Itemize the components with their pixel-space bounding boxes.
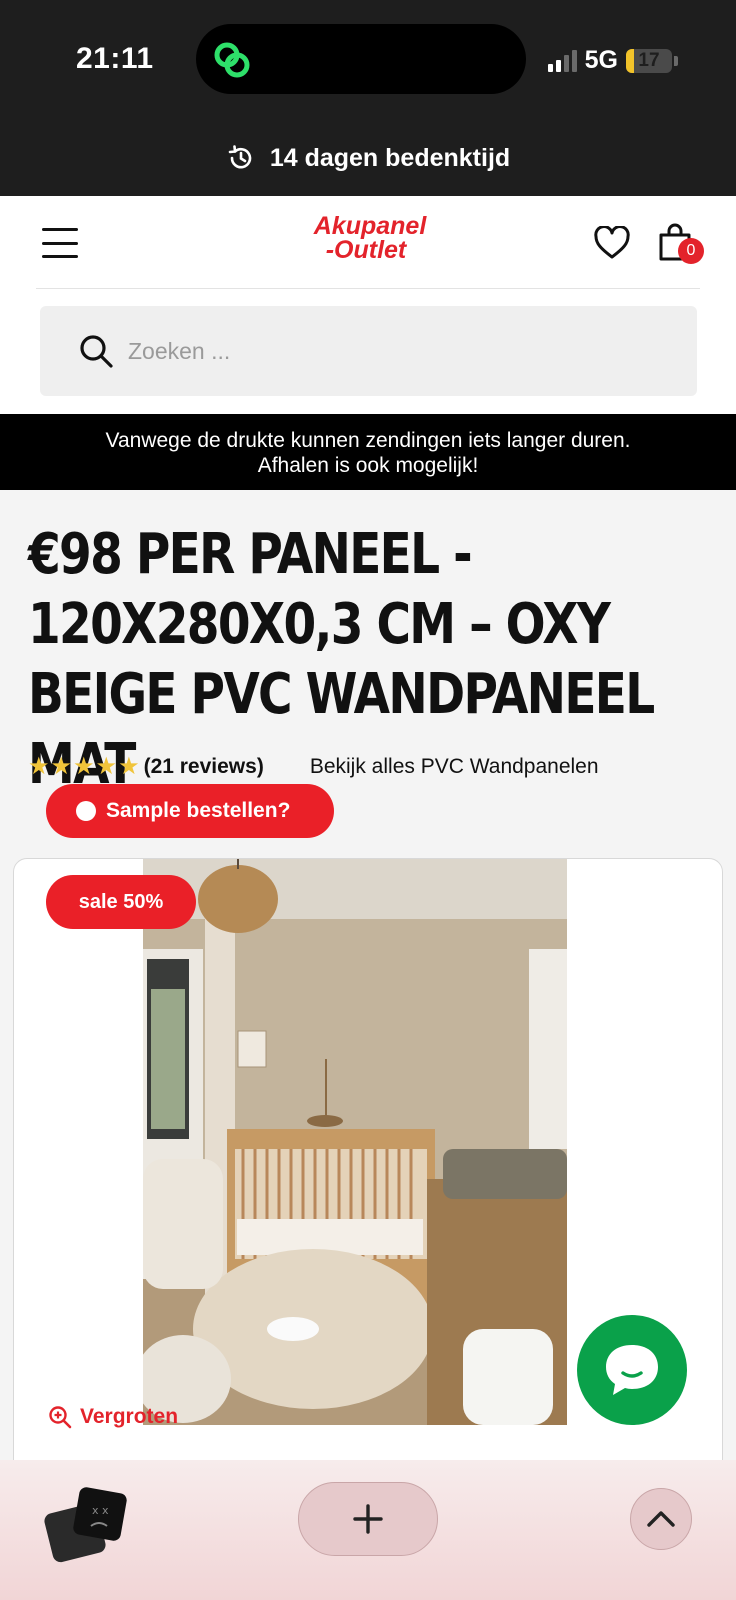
notice-line2: Afhalen is ook mogelijk! <box>257 454 479 477</box>
star-icon: ★ <box>28 753 50 780</box>
announcement-text: 14 dagen bedenktijd <box>269 143 511 172</box>
sample-button-label: Sample bestellen? <box>106 799 291 822</box>
sale-badge: sale 50% <box>46 875 196 929</box>
rating-stars[interactable]: ★ ★ ★ ★ ★ <box>28 752 140 781</box>
zoom-in-icon <box>49 1406 72 1429</box>
star-icon: ★ <box>118 753 140 780</box>
status-bar: 21:11 5G 17 <box>0 0 736 120</box>
browser-toolbar: x x <box>0 1460 736 1600</box>
search-input[interactable] <box>128 337 648 365</box>
product-meta: ★ ★ ★ ★ ★ (21 reviews) Bekijk alles PVC Wand… <box>28 752 718 781</box>
notice-line1: Vanwege de drukte kunnen zendingen iets … <box>105 429 631 452</box>
nursery-photo <box>143 859 567 1425</box>
link-app-icon <box>214 42 250 78</box>
new-tab-button[interactable] <box>298 1482 438 1556</box>
menu-icon[interactable] <box>42 228 78 258</box>
battery-fill <box>626 48 634 73</box>
reviews-count[interactable]: (21 reviews) <box>144 755 264 779</box>
cart-count-badge: 0 <box>678 238 704 264</box>
site-header: Akupanel -Outlet 0 <box>0 196 736 414</box>
star-icon: ★ <box>50 753 73 780</box>
chat-button[interactable] <box>577 1315 687 1425</box>
status-indicators: 5G 17 <box>547 46 678 75</box>
plus-icon <box>353 1504 383 1534</box>
scroll-up-button[interactable] <box>630 1488 692 1550</box>
signal-icon <box>547 49 577 72</box>
header-divider <box>36 288 700 289</box>
sample-order-button[interactable]: Sample bestellen? <box>46 784 334 838</box>
battery-tip <box>674 55 678 66</box>
tabs-icon[interactable]: x x <box>44 1484 130 1564</box>
dot-icon <box>76 801 96 821</box>
collection-link[interactable]: Bekijk alles PVC Wandpanelen <box>310 755 599 779</box>
history-icon <box>228 145 252 169</box>
search-bar[interactable] <box>40 306 697 396</box>
chat-icon <box>606 1345 658 1395</box>
battery-icon: 17 <box>626 48 672 73</box>
heart-icon[interactable] <box>594 226 630 260</box>
shipping-notice: Vanwege de drukte kunnen zendingen iets … <box>0 414 736 490</box>
enlarge-link[interactable]: Vergroten <box>48 1405 178 1429</box>
logo-line1: Akupanel <box>313 212 427 240</box>
svg-text:x x: x x <box>92 1504 109 1517</box>
search-icon[interactable] <box>78 333 114 369</box>
logo-line2: -Outlet <box>325 236 407 264</box>
status-time: 21:11 <box>76 42 154 75</box>
star-icon: ★ <box>73 753 95 780</box>
announcement-bar: 14 dagen bedenktijd <box>0 120 736 196</box>
enlarge-label: Vergroten <box>80 1405 179 1428</box>
product-photo[interactable] <box>143 859 567 1425</box>
chevron-up-icon <box>647 1511 675 1527</box>
logo[interactable]: Akupanel -Outlet <box>300 212 440 263</box>
star-icon: ★ <box>95 753 118 780</box>
network-type: 5G <box>584 46 618 74</box>
battery-level: 17 <box>638 49 660 71</box>
dynamic-island <box>196 24 526 94</box>
